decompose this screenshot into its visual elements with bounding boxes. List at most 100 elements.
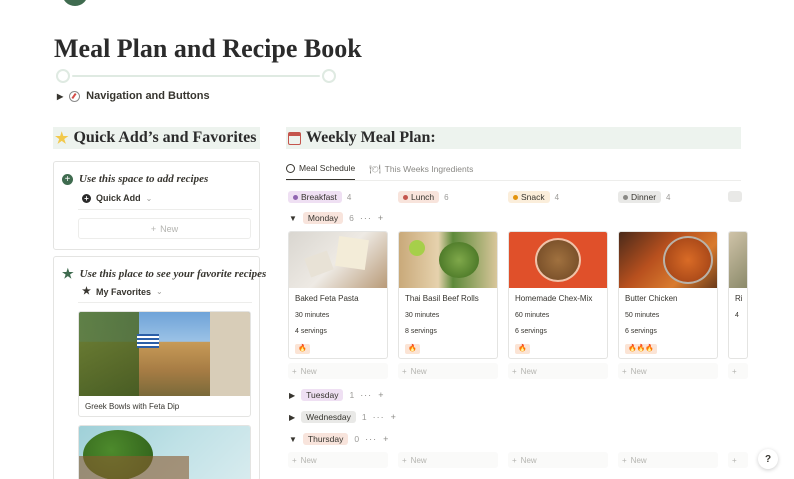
calendar-icon [288, 131, 301, 145]
new-card-button[interactable]: + New [618, 363, 718, 379]
favorites-callout: ★ Use this place to see your favorite re… [53, 256, 266, 479]
spice-level-badge: 🔥 [405, 344, 420, 354]
new-card-button[interactable]: + New [288, 452, 388, 468]
column-lunch[interactable]: Lunch 6 [398, 191, 449, 203]
meal-time: 4 [735, 312, 739, 319]
column-dinner[interactable]: Dinner 4 [618, 191, 671, 203]
star-icon: ★ [55, 130, 69, 147]
weekly-meal-plan-heading: Weekly Meal Plan: [286, 127, 741, 149]
meal-card[interactable]: Homemade Chex-Mix 60 minutes 6 servings … [508, 231, 608, 359]
divider [78, 209, 252, 210]
view-tabs: Meal Schedule 🍽 This Weeks Ingredients [286, 163, 473, 181]
spice-level-badge: 🔥🔥🔥 [625, 344, 658, 354]
new-card-button[interactable]: + New [618, 452, 718, 468]
more-icon[interactable]: ··· [365, 434, 377, 444]
add-icon[interactable]: + [391, 412, 397, 422]
collapse-triangle-icon[interactable]: ▼ [289, 214, 297, 223]
my-favorites-view[interactable]: ★ My Favorites ⌄ [82, 286, 163, 297]
meal-card[interactable]: Baked Feta Pasta 30 minutes 4 servings 🔥 [288, 231, 388, 359]
new-card-button[interactable]: + New [508, 452, 608, 468]
expand-triangle-icon[interactable]: ▶ [289, 391, 295, 400]
favorite-card[interactable]: Greek Bowls with Feta Dip [78, 311, 251, 417]
column-pill: Lunch [398, 191, 440, 203]
new-card-button[interactable]: + [728, 452, 748, 468]
meal-name: Thai Basil Beef Rolls [405, 294, 479, 303]
new-card-button[interactable]: + New [288, 363, 388, 379]
group-monday[interactable]: ▼ Monday 6 ··· + [289, 212, 384, 224]
more-icon[interactable]: ··· [360, 213, 372, 223]
toggle-triangle-icon[interactable]: ▶ [57, 92, 63, 101]
plus-icon: + [622, 366, 627, 376]
column-snack[interactable]: Snack 4 [508, 191, 559, 203]
quick-add-button[interactable]: + Quick Add ⌄ [82, 193, 152, 203]
plus-icon: + [732, 366, 737, 376]
new-item-button[interactable]: + New [78, 218, 251, 239]
meal-time: 60 minutes [515, 312, 550, 319]
meal-cover-image [289, 232, 387, 288]
meal-name: Baked Feta Pasta [295, 294, 359, 303]
plus-icon: + [622, 455, 627, 465]
page-title: Meal Plan and Recipe Book [54, 34, 362, 63]
meal-card[interactable]: Thai Basil Beef Rolls 30 minutes 8 servi… [398, 231, 498, 359]
quick-add-callout: + Use this space to add recipes + Quick … [53, 161, 260, 250]
meal-cover-image [729, 232, 747, 288]
favorite-card[interactable] [78, 425, 251, 479]
expand-triangle-icon[interactable]: ▶ [289, 413, 295, 422]
navigation-toggle[interactable]: ▶ Navigation and Buttons [57, 90, 210, 102]
meal-time: 50 minutes [625, 312, 660, 319]
tabs-divider [286, 180, 741, 181]
tab-meal-schedule[interactable]: Meal Schedule [286, 163, 356, 181]
meal-servings: 6 servings [515, 328, 547, 335]
column-pill: Dinner [618, 191, 662, 203]
meal-name: Ri [735, 294, 743, 303]
plus-icon: + [732, 455, 737, 465]
help-button[interactable]: ? [758, 449, 778, 469]
new-card-button[interactable]: + [728, 363, 748, 379]
meal-servings: 6 servings [625, 328, 657, 335]
column-pill: Breakfast [288, 191, 342, 203]
new-card-button[interactable]: + New [398, 363, 498, 379]
add-circle-icon: + [62, 173, 73, 185]
meal-card[interactable]: Ri 4 [728, 231, 748, 359]
page-icon [62, 0, 88, 6]
new-card-button[interactable]: + New [398, 452, 498, 468]
plus-icon: + [512, 455, 517, 465]
compass-icon [69, 90, 81, 102]
spice-level-badge: 🔥 [515, 344, 530, 354]
recipe-cover-image [79, 312, 250, 396]
new-card-button[interactable]: + New [508, 363, 608, 379]
column-overflow[interactable] [728, 191, 742, 202]
recipe-name: Greek Bowls with Feta Dip [85, 402, 180, 411]
meal-time: 30 minutes [295, 312, 330, 319]
more-icon[interactable]: ··· [373, 412, 385, 422]
more-icon[interactable]: ··· [360, 390, 372, 400]
plus-icon: + [292, 366, 297, 376]
collapse-triangle-icon[interactable]: ▼ [289, 435, 297, 444]
chevron-down-icon[interactable]: ⌄ [146, 194, 153, 203]
callout-title: + Use this space to add recipes [62, 173, 208, 185]
clock-icon [286, 163, 295, 173]
tab-this-weeks-ingredients[interactable]: 🍽 This Weeks Ingredients [369, 163, 473, 181]
callout-title: ★ Use this place to see your favorite re… [62, 266, 267, 281]
utensils-icon: 🍽 [369, 163, 381, 174]
column-breakfast[interactable]: Breakfast 4 [288, 191, 351, 203]
add-icon[interactable]: + [378, 213, 384, 223]
group-thursday[interactable]: ▼ Thursday 0 ··· + [289, 433, 389, 445]
add-circle-icon: + [82, 193, 91, 203]
add-icon[interactable]: + [378, 390, 384, 400]
add-icon[interactable]: + [383, 434, 389, 444]
plus-icon: + [402, 455, 407, 465]
chevron-down-icon[interactable]: ⌄ [156, 287, 163, 296]
plus-icon: + [512, 366, 517, 376]
column-pill [728, 191, 742, 202]
plus-icon: + [402, 366, 407, 376]
star-icon: ★ [62, 266, 74, 281]
spice-level-badge: 🔥 [295, 344, 310, 354]
group-tuesday[interactable]: ▶ Tuesday 1 ··· + [289, 389, 384, 401]
divider [78, 302, 252, 303]
group-wednesday[interactable]: ▶ Wednesday 1 ··· + [289, 411, 397, 423]
plus-icon: + [150, 223, 157, 234]
meal-servings: 4 servings [295, 328, 327, 335]
meal-card[interactable]: Butter Chicken 50 minutes 6 servings 🔥🔥🔥 [618, 231, 718, 359]
meal-cover-image [619, 232, 717, 288]
